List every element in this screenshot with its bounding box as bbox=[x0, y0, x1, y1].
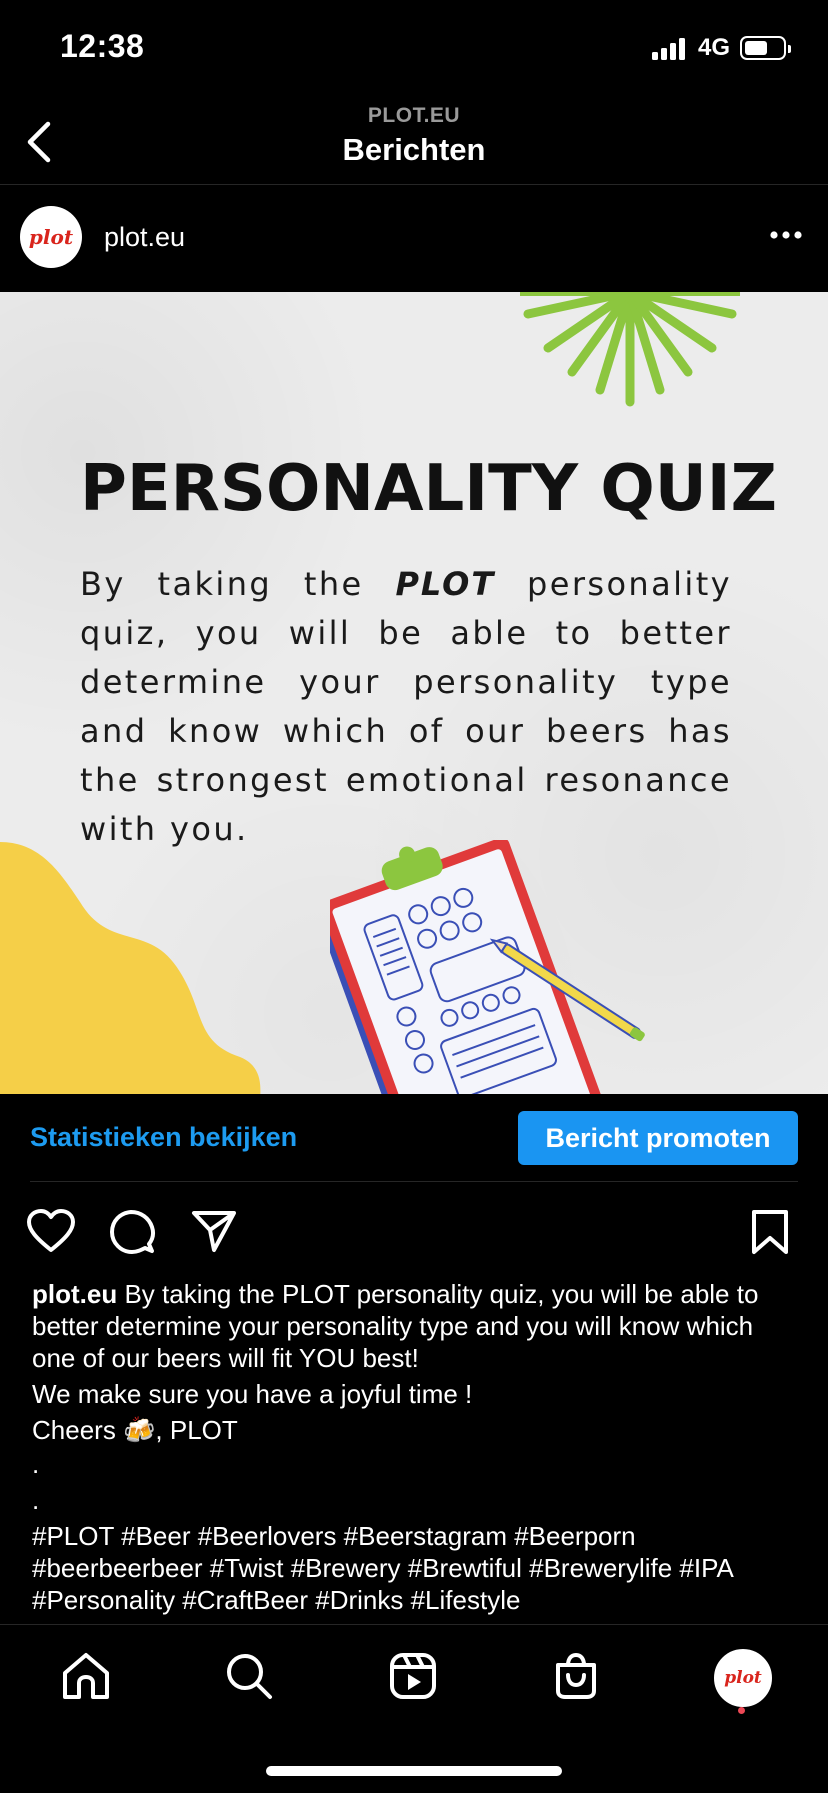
caption-line: Cheers 🍻, PLOT bbox=[32, 1415, 238, 1445]
reels-icon[interactable] bbox=[388, 1651, 438, 1701]
more-icon[interactable] bbox=[766, 220, 806, 250]
battery-icon bbox=[740, 36, 791, 60]
caption-hashtags[interactable]: #PLOT #Beer #Beerlovers #Beerstagram #Be… bbox=[32, 1520, 802, 1616]
caption-dot: . bbox=[32, 1449, 40, 1479]
home-indicator bbox=[266, 1766, 562, 1776]
quiz-brand: PLOT bbox=[395, 565, 496, 603]
status-time: 12:38 bbox=[60, 28, 145, 64]
avatar[interactable]: plot bbox=[20, 206, 82, 268]
heart-icon[interactable] bbox=[26, 1208, 76, 1254]
header-subtitle: PLOT.EU bbox=[367, 104, 461, 127]
actions-divider bbox=[30, 1181, 798, 1182]
search-icon[interactable] bbox=[224, 1651, 274, 1701]
quiz-body: By taking the PLOT personality quiz, you… bbox=[80, 560, 732, 854]
sunburst-decoration bbox=[520, 292, 740, 407]
notification-dot bbox=[738, 1707, 745, 1714]
view-insights-link[interactable]: Statistieken bekijken bbox=[30, 1122, 297, 1153]
page-title: Berichten bbox=[342, 132, 486, 167]
post-image[interactable]: PERSONALITY QUIZ By taking the PLOT pers… bbox=[0, 292, 828, 1094]
quiz-title: PERSONALITY QUIZ bbox=[80, 452, 777, 526]
caption-line: We make sure you have a joyful time ! bbox=[32, 1379, 473, 1409]
quiz-body-end: personality quiz, you will be able to be… bbox=[80, 565, 732, 848]
post-username[interactable]: plot.eu bbox=[104, 222, 185, 253]
avatar-logo: plot bbox=[28, 225, 74, 249]
profile-logo: plot bbox=[724, 1668, 762, 1688]
caption-username[interactable]: plot.eu bbox=[32, 1279, 117, 1309]
bookmark-icon[interactable] bbox=[748, 1208, 792, 1256]
caption-text: By taking the PLOT personality quiz, you… bbox=[32, 1279, 759, 1373]
clipboard-illustration bbox=[330, 840, 645, 1094]
comment-icon[interactable] bbox=[108, 1208, 156, 1256]
quiz-body-start: By taking the bbox=[80, 565, 396, 603]
shop-icon[interactable] bbox=[552, 1651, 600, 1701]
header-divider bbox=[0, 184, 828, 185]
network-type: 4G bbox=[698, 34, 731, 61]
signal-icon bbox=[652, 38, 685, 60]
profile-tab[interactable]: plot bbox=[714, 1649, 772, 1707]
caption-dot: . bbox=[32, 1485, 40, 1515]
send-icon[interactable] bbox=[190, 1208, 238, 1254]
home-icon[interactable] bbox=[60, 1651, 112, 1701]
post-caption: plot.eu By taking the PLOT personality q… bbox=[32, 1278, 802, 1616]
promote-post-button[interactable]: Bericht promoten bbox=[518, 1111, 798, 1165]
blob-decoration bbox=[0, 842, 261, 1094]
